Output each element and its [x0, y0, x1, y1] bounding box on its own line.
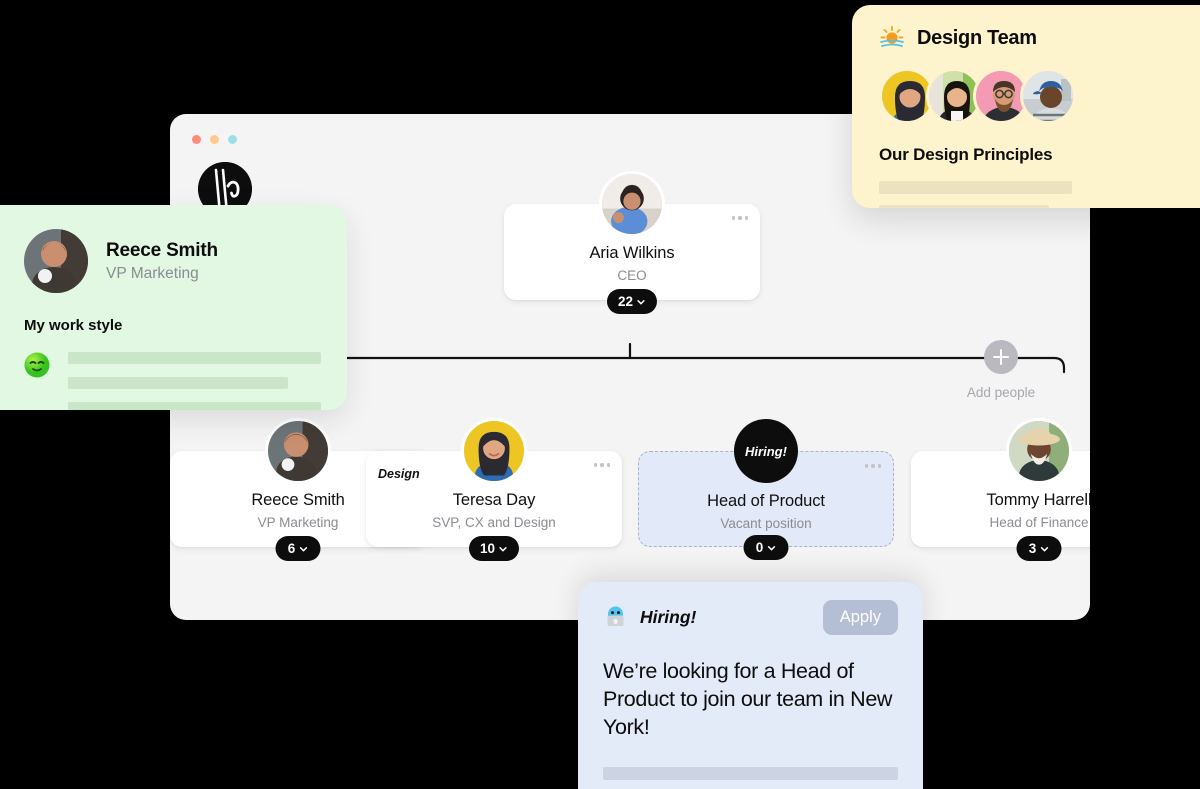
avatar: [24, 229, 88, 293]
node-report-count[interactable]: 22: [606, 289, 658, 314]
profile-role: VP Marketing: [106, 264, 199, 282]
node-menu-icon[interactable]: [864, 464, 881, 468]
node-report-count[interactable]: 3: [1016, 536, 1062, 561]
hiring-card-title: Hiring!: [640, 607, 697, 627]
add-people-label: Add people: [966, 385, 1036, 400]
chevron-down-icon: [767, 545, 775, 550]
placeholder-bar: [68, 377, 289, 389]
count-value: 3: [1028, 541, 1037, 556]
chevron-down-icon: [1040, 546, 1048, 551]
sunrise-emoji-icon: [879, 25, 905, 51]
placeholder-bar: [879, 181, 1072, 194]
count-value: 6: [287, 541, 296, 556]
avatar[interactable]: [1020, 68, 1076, 124]
node-menu-icon[interactable]: [593, 463, 610, 467]
placeholder-bar: [68, 352, 321, 364]
avatar: [461, 418, 527, 484]
screenshot-stage: Aria Wilkins CEO 22 Add people Reece Smi…: [0, 0, 1200, 789]
avatar: [265, 418, 331, 484]
profile-name: Reece Smith: [106, 239, 218, 261]
placeholder-bars: [68, 352, 321, 410]
node-title: Head of Finance: [989, 515, 1089, 530]
org-node-head-of-product[interactable]: Hiring! Head of Product Vacant position …: [638, 419, 894, 560]
node-name: Aria Wilkins: [589, 244, 675, 262]
count-value: 22: [617, 294, 634, 309]
org-node-root[interactable]: Aria Wilkins CEO 22: [504, 171, 760, 314]
node-tag: Design: [378, 467, 420, 481]
placeholder-bars: [603, 767, 898, 789]
robot-emoji-icon: [603, 605, 628, 630]
avatar: [599, 171, 665, 237]
count-value: 10: [479, 541, 496, 556]
org-node-tommy-harrell[interactable]: Tommy Harrell Head of Finance 3: [911, 418, 1090, 561]
hiring-card-header: Hiring! Apply: [603, 600, 898, 635]
chevron-down-icon: [499, 546, 507, 551]
hiring-badge: Hiring!: [734, 419, 798, 483]
node-title: Vacant position: [720, 516, 812, 531]
node-report-count[interactable]: 0: [743, 535, 789, 560]
node-name: Tommy Harrell: [986, 491, 1090, 509]
add-people-button[interactable]: Add people: [965, 340, 1037, 400]
avatar: [1006, 418, 1072, 484]
team-card-title: Design Team: [917, 26, 1037, 49]
node-report-count[interactable]: 10: [468, 536, 520, 561]
design-team-card: Design Team Our Design Principles: [852, 5, 1200, 208]
node-title: SVP, CX and Design: [432, 515, 556, 530]
node-name: Head of Product: [707, 492, 825, 510]
node-title: CEO: [617, 268, 647, 283]
placeholder-bars: [879, 181, 1200, 208]
placeholder-bar: [879, 205, 1050, 208]
team-card-subtitle: Our Design Principles: [879, 145, 1053, 164]
placeholder-bar: [603, 767, 898, 780]
profile-header: Reece Smith VP Marketing: [24, 229, 321, 293]
placeholder-bar: [68, 402, 321, 410]
org-node-teresa-day[interactable]: Design Teresa Day SVP, CX and Design 10: [366, 418, 622, 561]
team-card-header: Design Team: [879, 25, 1200, 51]
work-style-row: [24, 352, 321, 410]
profile-section-title: My work style: [24, 317, 123, 334]
node-name: Teresa Day: [452, 491, 536, 509]
count-value: 0: [755, 540, 764, 555]
node-report-count[interactable]: 6: [275, 536, 321, 561]
chevron-down-icon: [299, 546, 307, 551]
chevron-down-icon: [637, 299, 645, 304]
apply-button[interactable]: Apply: [822, 600, 898, 635]
node-menu-icon[interactable]: [731, 216, 748, 220]
hiring-card-body: We’re looking for a Head of Product to j…: [603, 659, 893, 739]
profile-card: Reece Smith VP Marketing My work style: [0, 205, 347, 410]
team-avatars: [879, 68, 1200, 124]
plus-icon: [984, 340, 1018, 374]
hiring-card: Hiring! Apply We’re looking for a Head o…: [578, 582, 923, 789]
relieved-face-emoji-icon: [24, 352, 50, 378]
